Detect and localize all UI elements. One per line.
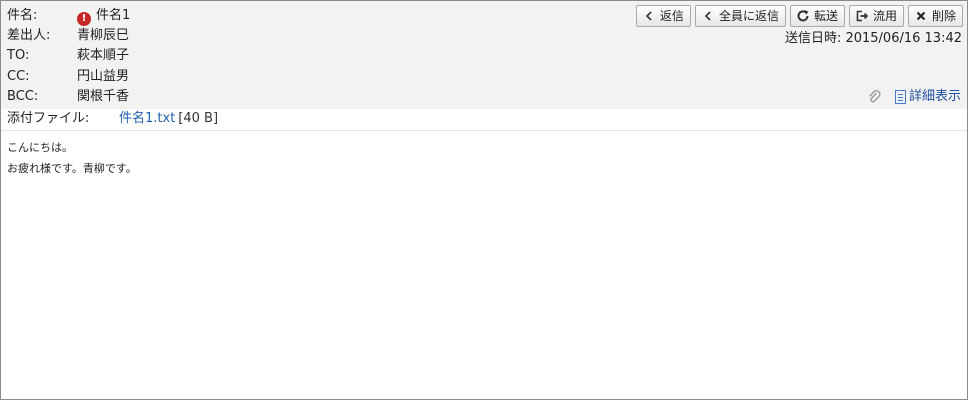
from-label: 差出人: xyxy=(7,28,51,43)
to-label: TO: xyxy=(7,48,30,63)
important-icon: ! xyxy=(77,12,91,26)
forward-button[interactable]: 転送 xyxy=(789,5,845,27)
cc-value[interactable]: 円山益男 xyxy=(77,67,129,87)
reply-all-button-label: 全員に返信 xyxy=(718,9,779,23)
mail-body: こんにちは。 お疲れ様です。青柳です。 xyxy=(7,137,137,179)
refresh-icon xyxy=(796,9,810,23)
detail-view-link[interactable]: 詳細表示 xyxy=(894,87,961,107)
to-value[interactable]: 萩本順子 xyxy=(77,46,129,66)
attachment-link[interactable]: 件名1.txt xyxy=(119,111,175,126)
close-icon xyxy=(914,10,928,22)
document-icon xyxy=(894,90,906,104)
mail-header: 件名: ! 件名1 差出人: 青柳辰巳 TO: 萩本順子 CC: 円山益男 BCC… xyxy=(1,1,967,109)
reply-all-button[interactable]: 全員に返信 xyxy=(694,5,786,27)
bcc-label: BCC: xyxy=(7,89,39,104)
mail-view: 件名: ! 件名1 差出人: 青柳辰巳 TO: 萩本順子 CC: 円山益男 BCC… xyxy=(0,0,968,400)
delete-button[interactable]: 削除 xyxy=(907,5,963,27)
sent-value: 2015/06/16 13:42 xyxy=(845,31,962,46)
detail-view-label: 詳細表示 xyxy=(908,89,961,104)
sent-label: 送信日時: xyxy=(784,31,842,46)
body-line: お疲れ様です。青柳です。 xyxy=(7,162,137,175)
export-icon xyxy=(855,9,869,23)
chevron-left-icon xyxy=(701,10,715,22)
reuse-button-label: 流用 xyxy=(872,9,897,23)
reply-button-label: 返信 xyxy=(659,9,684,23)
attachment-label: 添付ファイル: xyxy=(7,111,90,126)
reply-button[interactable]: 返信 xyxy=(635,5,691,27)
cc-label: CC: xyxy=(7,69,30,84)
from-value[interactable]: 青柳辰巳 xyxy=(77,26,129,46)
attachment-row: 添付ファイル: 件名1.txt [40 B] xyxy=(1,109,967,131)
attachment-size: [40 B] xyxy=(178,111,219,126)
chevron-left-icon xyxy=(642,10,656,22)
bcc-value[interactable]: 関根千香 xyxy=(77,87,129,107)
sent-datetime: 送信日時: 2015/06/16 13:42 xyxy=(785,29,962,49)
subject-value: 件名1 xyxy=(96,8,131,23)
body-line: こんにちは。 xyxy=(7,141,73,154)
subject-label: 件名: xyxy=(7,8,38,23)
forward-button-label: 転送 xyxy=(813,9,838,23)
mail-toolbar: 返信 全員に返信 転送 流用 削除 xyxy=(635,5,963,29)
subject-value-wrap: ! 件名1 xyxy=(77,6,130,26)
paperclip-icon xyxy=(867,89,881,105)
attachment-file: 件名1.txt [40 B] xyxy=(119,109,218,129)
reuse-button[interactable]: 流用 xyxy=(848,5,904,27)
delete-button-label: 削除 xyxy=(931,9,956,23)
